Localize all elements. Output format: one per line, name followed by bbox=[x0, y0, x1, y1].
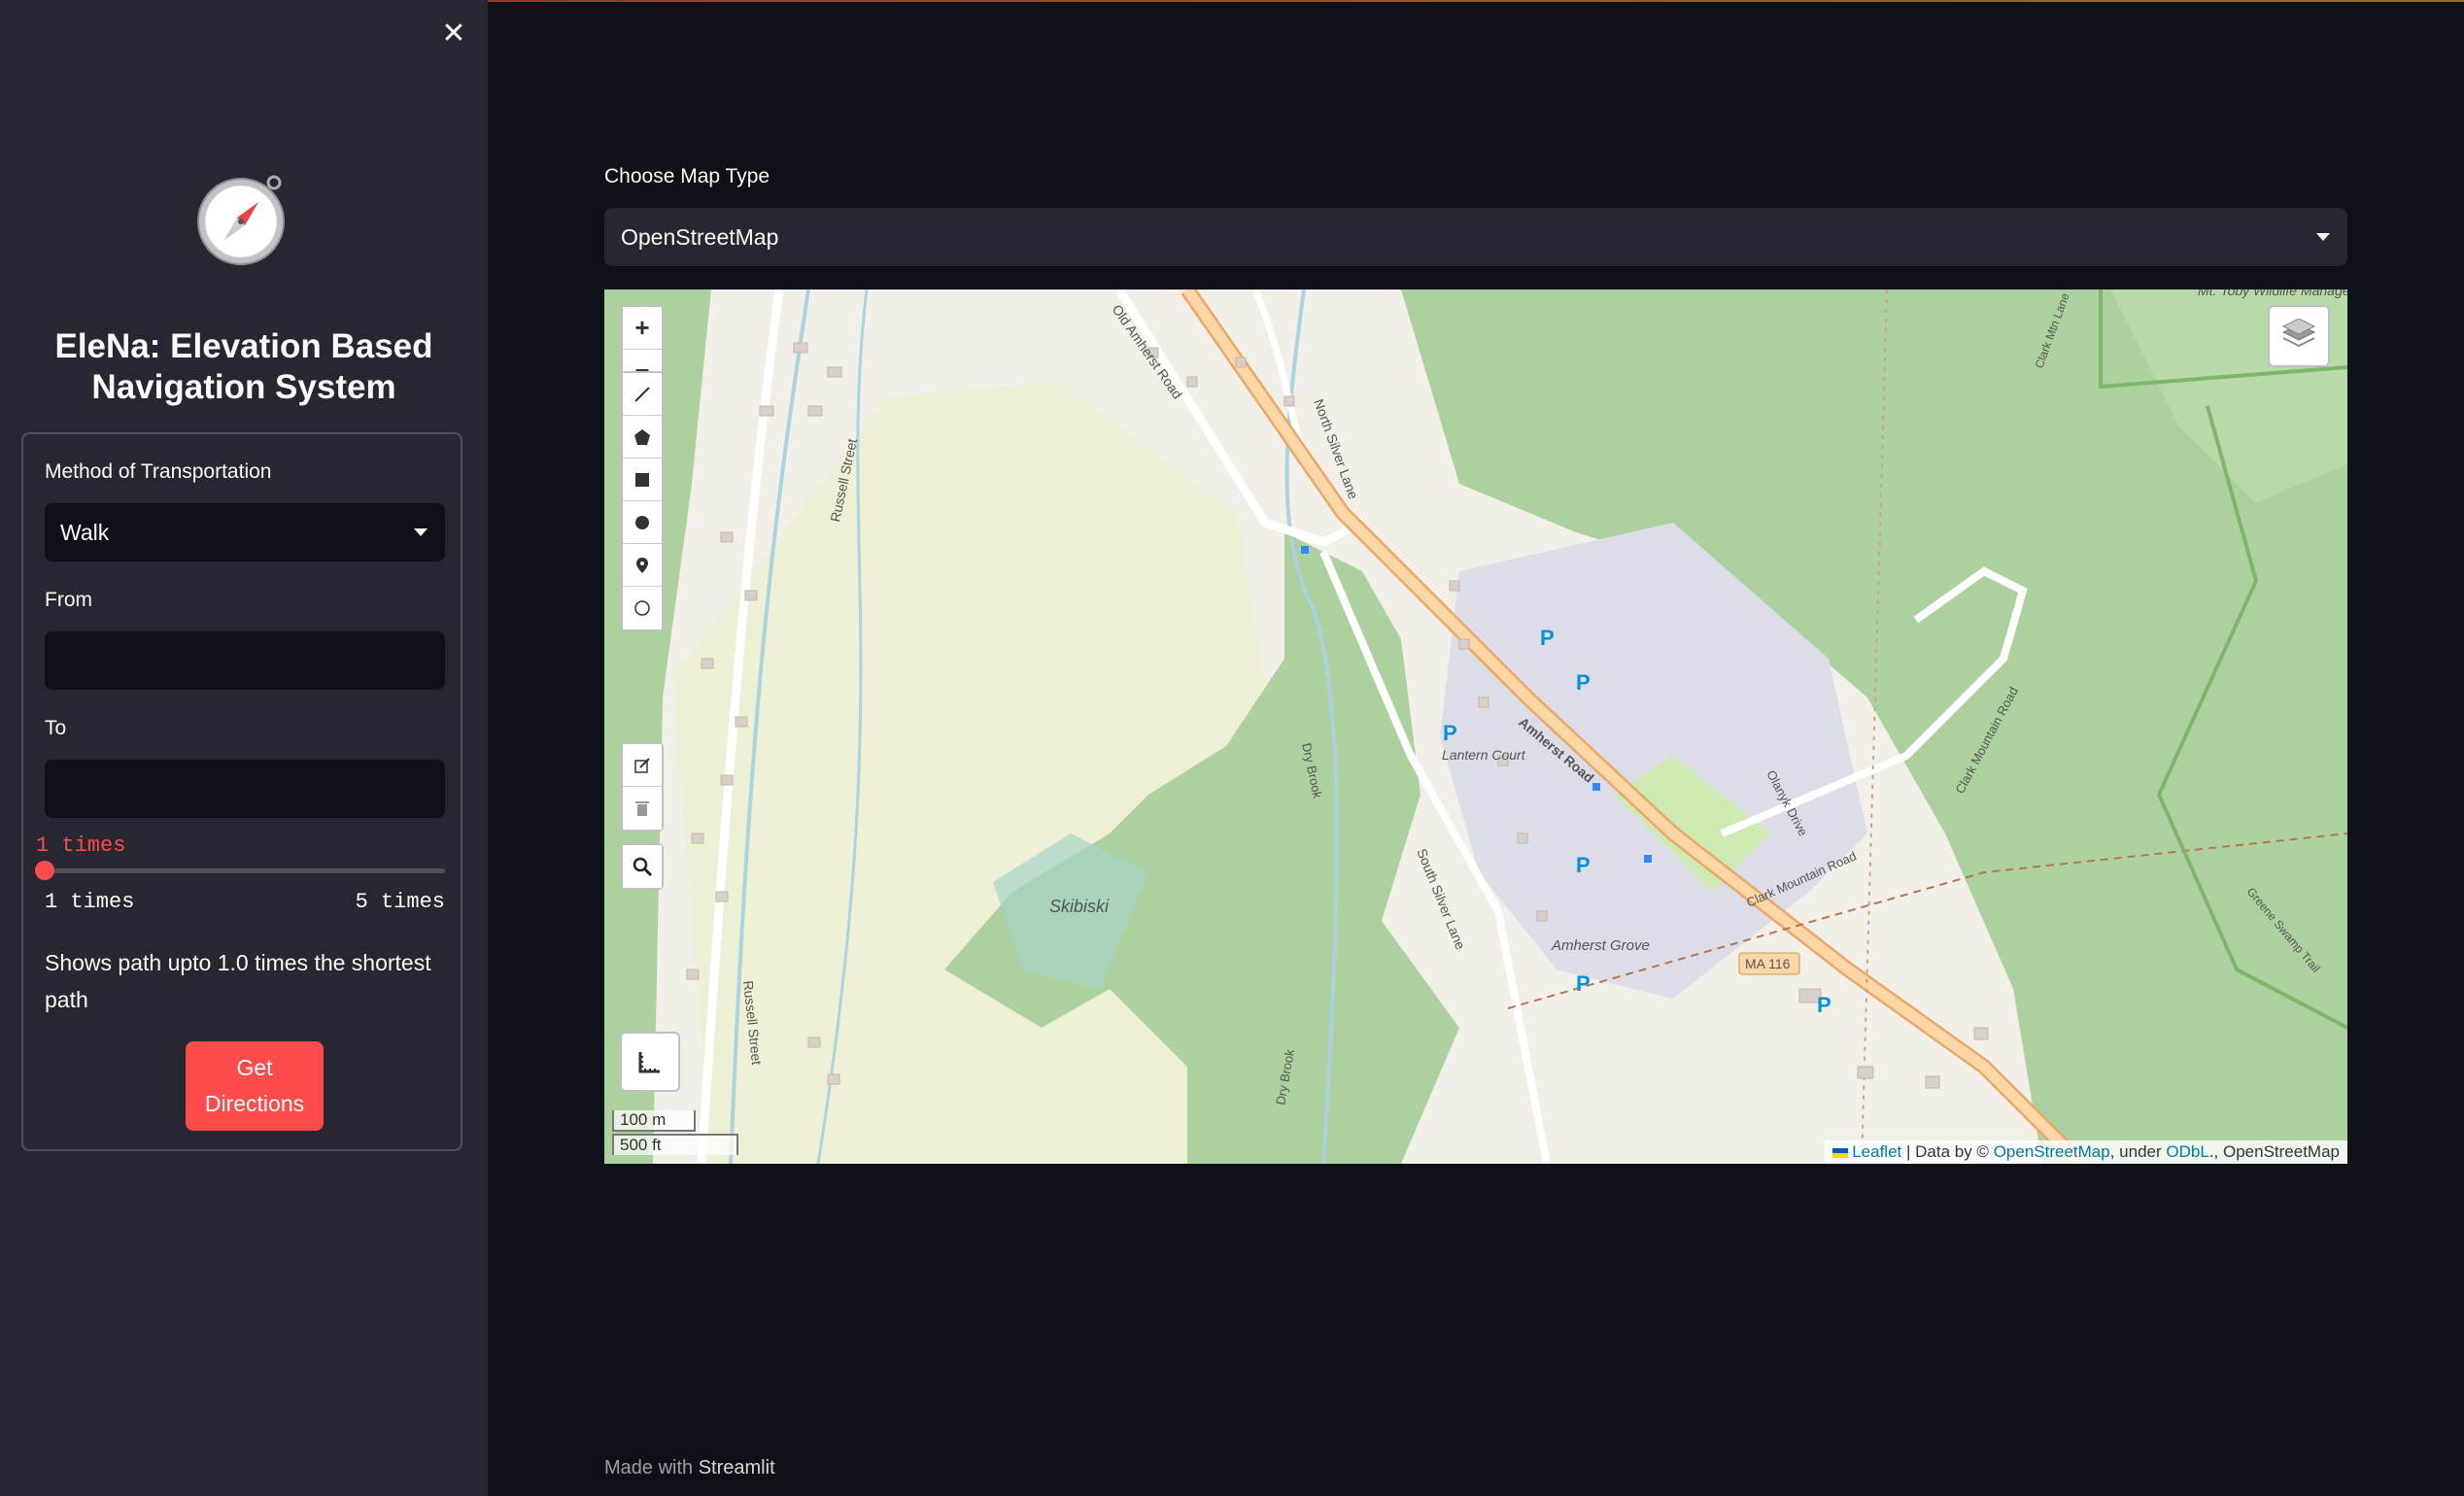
transport-select[interactable]: Walk bbox=[45, 503, 445, 561]
to-label: To bbox=[45, 717, 67, 739]
search-icon bbox=[633, 857, 653, 877]
map-label-mt-toby: Mt. Toby Wildlife Management Area bbox=[2198, 289, 2347, 298]
parking-marker: P bbox=[1576, 670, 1591, 695]
slider-min-label: 1 times bbox=[45, 890, 135, 914]
osm-link[interactable]: OpenStreetMap bbox=[1994, 1142, 2110, 1161]
slider-current-value: 1 times bbox=[36, 833, 126, 858]
rectangle-icon bbox=[635, 472, 649, 487]
streamlit-link[interactable]: Streamlit bbox=[699, 1457, 775, 1479]
chevron-down-icon bbox=[2316, 233, 2330, 241]
delete-layers-button[interactable] bbox=[623, 787, 662, 830]
parking-marker: P bbox=[1443, 721, 1457, 745]
search-control bbox=[621, 843, 664, 890]
edit-toolbar bbox=[621, 742, 664, 832]
attribution-sep: | Data by © bbox=[1905, 1142, 1989, 1161]
from-input[interactable] bbox=[45, 631, 445, 690]
path-help-text: Shows path upto 1.0 times the shortest p… bbox=[45, 950, 431, 1012]
measure-button[interactable] bbox=[620, 1032, 680, 1092]
transport-label: Method of Transportation bbox=[45, 460, 272, 483]
map-type-value: OpenStreetMap bbox=[621, 223, 779, 250]
transport-value: Walk bbox=[60, 519, 110, 545]
map-view[interactable]: P P P P P P Russell Street Russell Stree… bbox=[604, 289, 2347, 1164]
odbl-link[interactable]: ODbL bbox=[2166, 1142, 2208, 1161]
to-input[interactable] bbox=[45, 760, 445, 818]
circle-icon bbox=[635, 515, 649, 529]
draw-rectangle-button[interactable] bbox=[623, 459, 662, 501]
parking-marker: P bbox=[1817, 993, 1831, 1017]
map-type-label: Choose Map Type bbox=[604, 165, 770, 187]
leaflet-link[interactable]: Leaflet bbox=[1852, 1142, 1901, 1161]
map-attribution: Leaflet | Data by © OpenStreetMap, under… bbox=[1825, 1140, 2347, 1164]
map-type-select[interactable]: OpenStreetMap bbox=[604, 208, 2347, 266]
marker-icon bbox=[636, 557, 648, 573]
app-title: EleNa: Elevation Based Navigation System bbox=[54, 327, 433, 406]
layers-icon bbox=[2281, 319, 2316, 348]
map-tiles: P P P P P P Russell Street Russell Stree… bbox=[604, 289, 2347, 1164]
ruler-icon bbox=[638, 1052, 660, 1073]
zoom-in-button[interactable]: + bbox=[623, 307, 662, 350]
draw-circle-button[interactable] bbox=[623, 501, 662, 544]
parking-marker: P bbox=[1540, 626, 1555, 650]
map-search-button[interactable] bbox=[623, 845, 662, 888]
scale-imperial: 500 ft bbox=[612, 1134, 738, 1155]
edit-layers-button[interactable] bbox=[623, 744, 662, 787]
polyline-icon bbox=[634, 386, 650, 402]
get-directions-button[interactable]: Get Directions bbox=[186, 1041, 324, 1131]
from-label: From bbox=[45, 589, 92, 611]
attribution-tail: ., OpenStreetMap bbox=[2208, 1142, 2340, 1161]
scale-metric: 100 m bbox=[612, 1110, 696, 1132]
slider-max-label: 5 times bbox=[355, 890, 445, 914]
trash-icon bbox=[635, 801, 649, 816]
map-label-ma116: MA 116 bbox=[1745, 956, 1791, 971]
get-directions-label: Get Directions bbox=[204, 1055, 305, 1116]
parking-marker: P bbox=[1576, 971, 1591, 996]
draw-marker-button[interactable] bbox=[623, 544, 662, 587]
footer: Made with Streamlit bbox=[604, 1457, 775, 1479]
slider-track[interactable] bbox=[45, 868, 445, 873]
circle-marker-icon bbox=[634, 600, 650, 616]
parking-marker: P bbox=[1576, 853, 1591, 877]
map-label-lantern-court: Lantern Court bbox=[1442, 747, 1526, 763]
draw-polygon-button[interactable] bbox=[623, 416, 662, 459]
draw-circlemarker-button[interactable] bbox=[623, 587, 662, 629]
compass-icon bbox=[197, 175, 285, 265]
ukraine-flag-icon bbox=[1832, 1147, 1849, 1158]
draw-toolbar bbox=[621, 371, 664, 631]
chevron-down-icon bbox=[414, 528, 428, 536]
footer-made-with: Made with bbox=[604, 1457, 694, 1479]
layers-control[interactable] bbox=[2268, 305, 2330, 367]
polygon-icon bbox=[634, 428, 650, 445]
map-label-amherst-grove: Amherst Grove bbox=[1551, 937, 1650, 954]
slider-thumb[interactable] bbox=[35, 861, 54, 880]
edit-icon bbox=[634, 757, 650, 773]
attribution-under: , under bbox=[2109, 1142, 2162, 1161]
map-label-skibiski: Skibiski bbox=[1049, 897, 1110, 916]
sidebar: ✕ EleNa: Elevation Based Navigation Syst… bbox=[0, 0, 488, 1496]
draw-polyline-button[interactable] bbox=[623, 373, 662, 416]
close-icon[interactable]: ✕ bbox=[439, 19, 468, 49]
